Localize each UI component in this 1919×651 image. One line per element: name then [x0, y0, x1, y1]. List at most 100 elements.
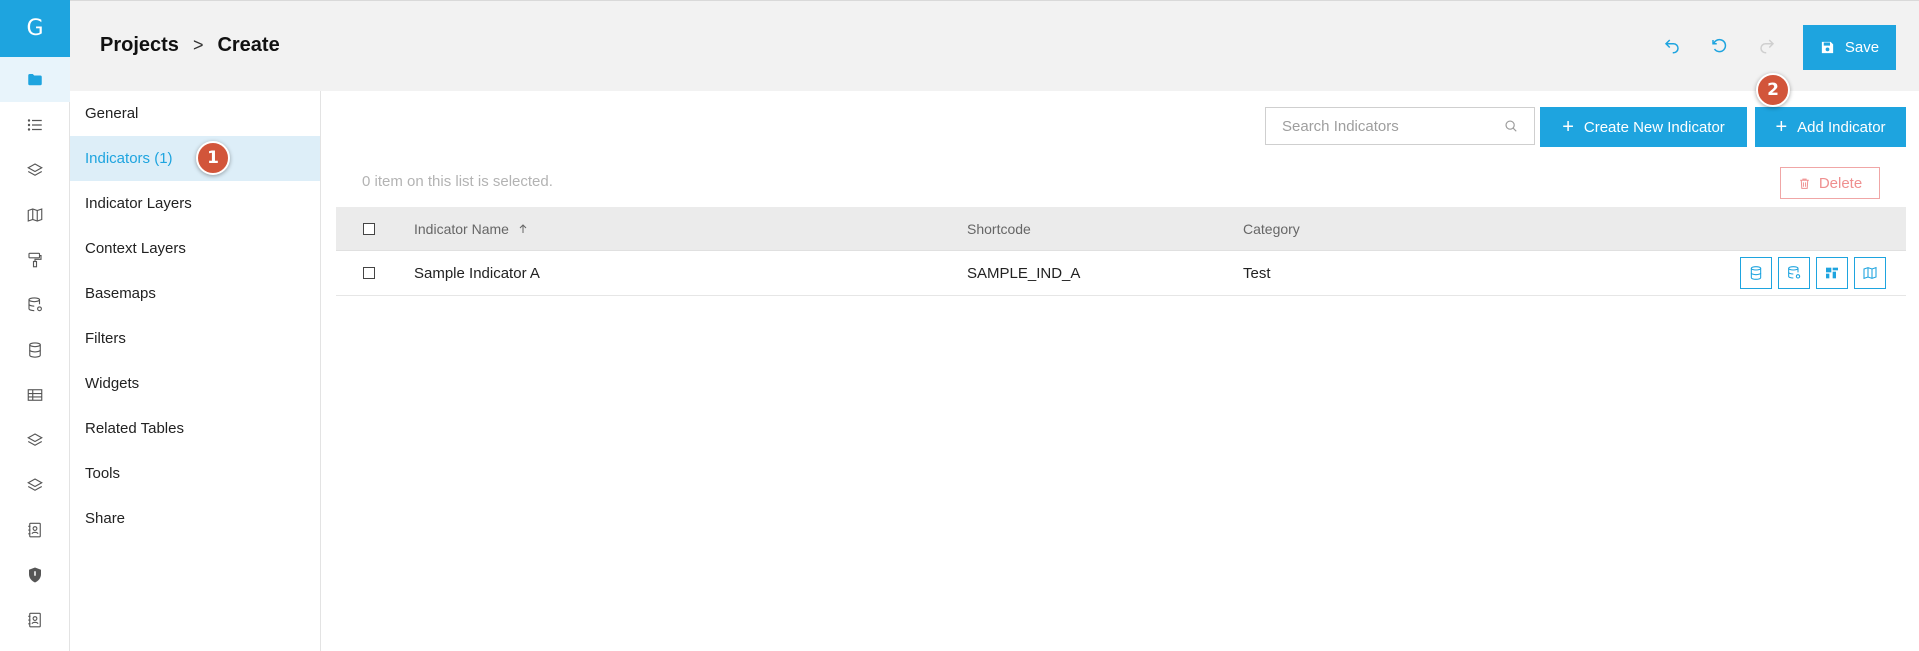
breadcrumb-separator: >: [192, 35, 204, 55]
edit-dataset-button[interactable]: [1740, 257, 1772, 289]
column-header-name-label: Indicator Name: [414, 220, 509, 237]
rail-item-layers-2[interactable]: [0, 417, 70, 462]
breadcrumb: Projects > Create: [100, 34, 280, 57]
dataset-settings-button[interactable]: [1778, 257, 1810, 289]
rail-item-contacts-2[interactable]: [0, 597, 70, 642]
plus-icon: +: [1775, 116, 1788, 138]
submenu-item-related-tables[interactable]: Related Tables: [70, 406, 320, 451]
cell-shortcode: SAMPLE_IND_A: [967, 264, 1081, 282]
rail-item-list[interactable]: [0, 102, 70, 147]
submenu-item-label: Related Tables: [85, 420, 184, 437]
map-view-button[interactable]: [1854, 257, 1886, 289]
redo-icon: [1760, 39, 1775, 54]
redo-button[interactable]: [1755, 34, 1779, 58]
rail-item-map[interactable]: [0, 192, 70, 237]
save-button[interactable]: Save: [1803, 25, 1896, 70]
table-header: Indicator Name Shortcode Category: [336, 207, 1906, 251]
list-icon: [27, 118, 42, 131]
column-header-category[interactable]: Category: [1243, 221, 1723, 237]
rail-item-table[interactable]: [0, 372, 70, 417]
delete-button[interactable]: Delete: [1780, 167, 1880, 199]
row-checkbox[interactable]: [363, 267, 375, 279]
submenu-item-share[interactable]: Share: [70, 496, 320, 541]
breadcrumb-current: Create: [217, 34, 280, 56]
contact-book-icon: [28, 522, 41, 537]
submenu-item-label: Share: [85, 510, 126, 527]
rail-item-security[interactable]: [0, 552, 70, 597]
database-icon: [1750, 266, 1762, 280]
trash-icon: [1799, 178, 1809, 189]
submenu-item-label: Indicators (1): [85, 150, 173, 167]
rail-item-layers-3[interactable]: [0, 462, 70, 507]
database-icon: [29, 341, 41, 358]
widget-layout-button[interactable]: [1816, 257, 1848, 289]
add-indicator-label: Add Indicator: [1797, 118, 1886, 136]
table-icon: [27, 388, 43, 401]
map-icon: [27, 207, 43, 222]
submenu-item-label: Basemaps: [85, 285, 156, 302]
indicators-table: Indicator Name Shortcode Category Sample…: [336, 207, 1906, 296]
submenu-item-tools[interactable]: Tools: [70, 451, 320, 496]
layers-icon: [27, 477, 43, 491]
submenu-item-basemaps[interactable]: Basemaps: [70, 271, 320, 316]
database-settings-icon: [28, 296, 42, 311]
rail-item-contacts[interactable]: [0, 507, 70, 552]
app-logo-letter: G: [26, 16, 44, 41]
submenu-item-widgets[interactable]: Widgets: [70, 361, 320, 406]
submenu-item-context-layers[interactable]: Context Layers: [70, 226, 320, 271]
database-settings-icon: [1788, 266, 1801, 279]
revert-icon: [1712, 38, 1727, 53]
row-actions: [1723, 257, 1906, 289]
search-box: [1265, 107, 1535, 145]
sort-ascending-icon: [519, 223, 527, 233]
submenu-item-label: General: [85, 105, 139, 122]
selection-info: 0 item on this list is selected.: [362, 173, 553, 190]
page-header: Projects > Create Save: [70, 0, 1919, 91]
cell-name: Sample Indicator A: [414, 264, 540, 282]
table-row[interactable]: Sample Indicator A SAMPLE_IND_A Test: [336, 251, 1906, 296]
undo-button[interactable]: [1660, 34, 1684, 58]
submenu-item-general[interactable]: General: [70, 91, 320, 136]
shield-icon: [29, 567, 41, 582]
row-check-cell: [336, 267, 414, 279]
submenu-item-label: Indicator Layers: [85, 195, 192, 212]
layers-icon: [27, 432, 43, 446]
column-header-name[interactable]: Indicator Name: [414, 221, 967, 237]
submenu-item-indicators[interactable]: Indicators (1) 1: [70, 136, 320, 181]
rail-item-projects[interactable]: [0, 57, 70, 102]
rail-item-layers[interactable]: [0, 147, 70, 192]
save-button-label: Save: [1844, 39, 1880, 56]
submenu-item-filters[interactable]: Filters: [70, 316, 320, 361]
app-logo[interactable]: G: [0, 0, 70, 57]
undo-icon: [1664, 39, 1679, 54]
delete-button-label: Delete: [1818, 174, 1863, 192]
step-badge-2: 2: [1756, 73, 1790, 107]
folder-icon: [28, 73, 42, 85]
search-icon[interactable]: [1504, 119, 1518, 133]
map-icon: [1863, 266, 1877, 280]
select-all-checkbox[interactable]: [363, 222, 375, 235]
breadcrumb-projects[interactable]: Projects: [100, 34, 179, 57]
plus-icon: +: [1562, 116, 1574, 138]
submenu-item-label: Tools: [85, 465, 121, 482]
header-check-cell: [336, 222, 414, 235]
rail-item-style[interactable]: [0, 237, 70, 282]
main-content: + Create New Indicator + Add Indicator 2…: [322, 73, 1919, 651]
create-new-indicator-button[interactable]: + Create New Indicator: [1540, 107, 1747, 147]
layers-icon: [27, 162, 43, 176]
paint-roller-icon: [28, 252, 42, 267]
create-new-indicator-label: Create New Indicator: [1583, 118, 1725, 136]
add-indicator-button[interactable]: + Add Indicator: [1755, 107, 1906, 147]
column-header-shortcode[interactable]: Shortcode: [967, 221, 1243, 237]
submenu-item-indicator-layers[interactable]: Indicator Layers: [70, 181, 320, 226]
floppy-disk-icon: [1821, 41, 1834, 54]
contact-book-icon: [28, 612, 41, 627]
rail-item-database[interactable]: [0, 327, 70, 372]
step-badge-1: 1: [196, 141, 230, 175]
search-input[interactable]: [1282, 117, 1504, 135]
rail-item-datasets[interactable]: [0, 282, 70, 327]
submenu-item-label: Context Layers: [85, 240, 186, 257]
revert-button[interactable]: [1707, 34, 1731, 58]
icon-rail: G: [0, 0, 70, 651]
submenu-item-label: Filters: [85, 330, 126, 347]
